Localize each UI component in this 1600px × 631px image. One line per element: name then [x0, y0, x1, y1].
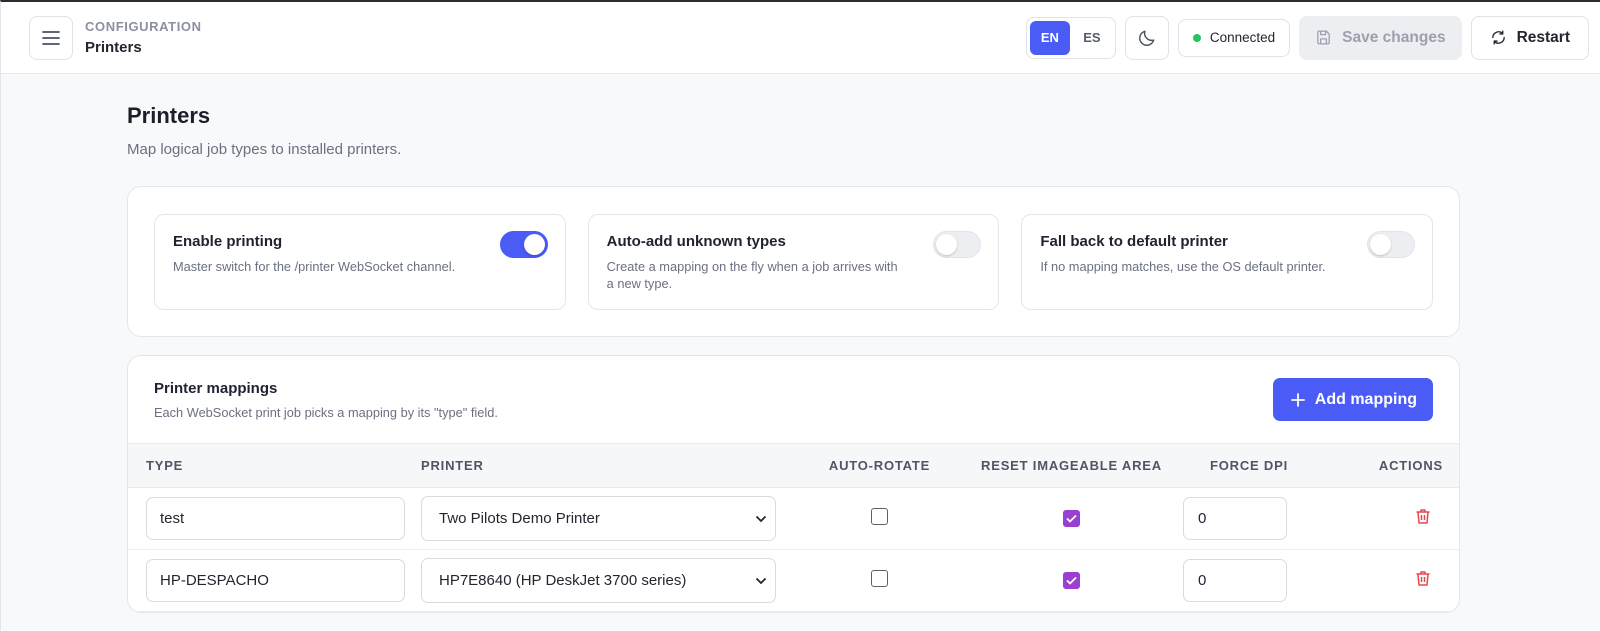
save-icon: [1317, 30, 1330, 45]
language-es-button[interactable]: ES: [1072, 21, 1112, 55]
column-header-force-dpi: FORCE DPI: [1210, 458, 1288, 473]
connection-status-text: Connected: [1209, 30, 1276, 45]
settings-card: Enable printing Master switch for the /p…: [127, 186, 1460, 337]
column-header-printer: PRINTER: [421, 458, 484, 473]
table-row: HP-DESPACHO HP7E8640 (HP DeskJet 3700 se…: [128, 550, 1459, 612]
breadcrumb-section: CONFIGURATION: [85, 19, 202, 34]
auto-rotate-checkbox[interactable]: [871, 507, 888, 525]
status-dot-icon: [1192, 33, 1201, 42]
auto-add-types-setting: Auto-add unknown types Create a mapping …: [587, 214, 1000, 310]
type-input[interactable]: HP-DESPACHO: [146, 559, 405, 602]
trash-icon[interactable]: [1415, 508, 1431, 525]
reset-imageable-area-checkbox[interactable]: [1063, 571, 1080, 589]
main-content: Printers Map logical job types to instal…: [1, 103, 1460, 613]
chevron-down-icon: [755, 577, 767, 584]
printer-mappings-card: Printer mappings Each WebSocket print jo…: [127, 355, 1460, 613]
hamburger-icon: [42, 30, 60, 45]
printer-select[interactable]: Two Pilots Demo Printer: [421, 496, 776, 541]
top-bar: CONFIGURATION Printers EN ES Connected S…: [1, 2, 1600, 74]
enable-printing-toggle[interactable]: [499, 231, 548, 258]
checkmark-icon: [1066, 576, 1077, 585]
mappings-table: TYPE PRINTER AUTO-ROTATE RESET IMAGEABLE…: [128, 443, 1459, 612]
page-title: Printers: [127, 103, 211, 128]
setting-description: If no mapping matches, use the OS defaul…: [1040, 259, 1326, 274]
page-subtitle: Map logical job types to installed print…: [127, 141, 402, 158]
force-dpi-input[interactable]: 0: [1183, 559, 1287, 602]
language-switcher: EN ES: [1025, 16, 1116, 59]
table-header-row: TYPE PRINTER AUTO-ROTATE RESET IMAGEABLE…: [128, 443, 1459, 488]
setting-title: Auto-add unknown types: [606, 233, 786, 250]
column-header-auto-rotate: AUTO-ROTATE: [828, 458, 931, 473]
refresh-icon: [1491, 30, 1505, 45]
save-changes-label: Save changes: [1342, 28, 1446, 46]
table-row: test Two Pilots Demo Printer 0: [128, 488, 1459, 550]
force-dpi-input[interactable]: 0: [1183, 497, 1287, 540]
column-header-actions: ACTIONS: [1378, 458, 1443, 473]
enable-printing-setting: Enable printing Master switch for the /p…: [154, 214, 566, 310]
menu-button[interactable]: [29, 15, 73, 60]
save-changes-button[interactable]: Save changes: [1299, 15, 1462, 60]
column-header-type: TYPE: [146, 458, 184, 473]
setting-description: Master switch for the /printer WebSocket…: [173, 259, 456, 274]
restart-label: Restart: [1516, 28, 1570, 46]
mappings-header: Printer mappings Each WebSocket print jo…: [128, 356, 1459, 443]
toggle-knob: [1370, 234, 1392, 255]
mappings-title: Printer mappings: [154, 379, 278, 397]
chevron-down-icon: [755, 515, 767, 522]
trash-icon[interactable]: [1415, 570, 1431, 587]
reset-imageable-area-checkbox[interactable]: [1063, 509, 1080, 527]
column-header-reset-area: RESET IMAGEABLE AREA: [981, 458, 1162, 473]
type-input[interactable]: test: [146, 497, 405, 540]
printer-select-value: HP7E8640 (HP DeskJet 3700 series): [439, 572, 687, 589]
toggle-knob: [523, 234, 545, 255]
plus-icon: [1290, 392, 1305, 407]
auto-rotate-checkbox[interactable]: [871, 569, 888, 587]
mappings-subtitle: Each WebSocket print job picks a mapping…: [154, 404, 498, 420]
language-en-button[interactable]: EN: [1029, 20, 1070, 55]
printer-select[interactable]: HP7E8640 (HP DeskJet 3700 series): [421, 558, 776, 603]
theme-toggle-button[interactable]: [1124, 15, 1169, 60]
checkmark-icon: [1066, 514, 1077, 523]
fallback-default-printer-toggle[interactable]: [1367, 231, 1416, 258]
restart-button[interactable]: Restart: [1470, 15, 1589, 60]
toggle-knob: [936, 234, 958, 255]
breadcrumb: CONFIGURATION Printers: [85, 19, 202, 56]
fallback-default-printer-setting: Fall back to default printer If no mappi…: [1021, 214, 1434, 310]
add-mapping-label: Add mapping: [1314, 390, 1417, 408]
add-mapping-button[interactable]: Add mapping: [1272, 378, 1433, 421]
printer-select-value: Two Pilots Demo Printer: [439, 510, 600, 527]
moon-icon: [1138, 30, 1155, 46]
breadcrumb-current: Printers: [85, 39, 142, 56]
setting-description: Create a mapping on the fly when a job a…: [606, 259, 898, 291]
auto-add-types-toggle[interactable]: [933, 231, 982, 258]
setting-title: Fall back to default printer: [1040, 233, 1228, 250]
connection-status-badge: Connected: [1177, 18, 1291, 57]
setting-title: Enable printing: [173, 233, 283, 250]
